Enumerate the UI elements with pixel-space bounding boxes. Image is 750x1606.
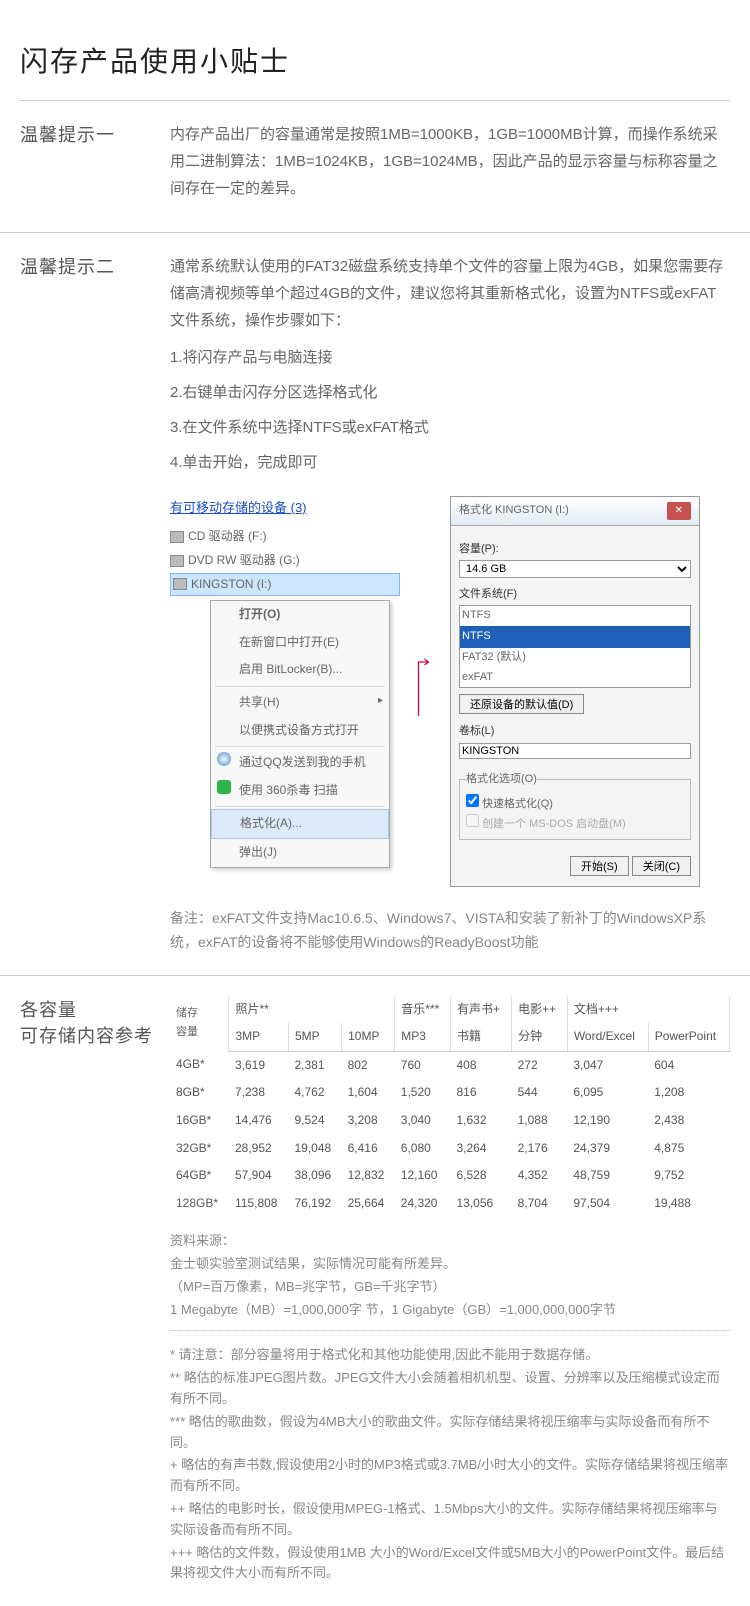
capacity-select[interactable]: 14.6 GB (459, 560, 691, 578)
storage-table: 储存 容量 照片** 音乐*** 有声书+ 电影++ 文档+++ 3MP5MP1… (170, 996, 730, 1218)
arrow-icon (410, 657, 440, 726)
ctx-360[interactable]: 使用 360杀毒 扫描 (211, 777, 389, 805)
tip-2-note: 备注：exFAT文件支持Mac10.6.5、Windows7、VISTA和安装了… (170, 907, 730, 955)
capacity-label: 容量(P): (459, 540, 691, 560)
ctx-qq[interactable]: 通过QQ发送到我的手机 (211, 749, 389, 777)
table-row: 128GB*115,80876,19225,66424,32013,0568,7… (170, 1190, 730, 1218)
quick-format-checkbox[interactable]: 快速格式化(Q) (466, 794, 684, 815)
storage-section: 各容量 可存储内容参考 储存 容量 照片** 音乐*** 有声书+ 电影++ 文… (0, 976, 750, 1606)
table-row: 16GB*14,4769,5243,2083,0401,6321,08812,1… (170, 1107, 730, 1135)
th-sub: MP3 (395, 1023, 451, 1051)
shield-icon (217, 780, 231, 794)
tip-1-label: 温馨提示一 (20, 121, 170, 212)
th-sub: 3MP (229, 1023, 288, 1051)
close-button[interactable]: ✕ (667, 502, 691, 520)
ctx-bitlocker[interactable]: 启用 BitLocker(B)... (211, 656, 389, 684)
context-menu: 打开(O) 在新窗口中打开(E) 启用 BitLocker(B)... 共享(H… (210, 600, 390, 867)
explorer-header: 有可移动存储的设备 (3) (170, 496, 400, 519)
explorer-panel: 有可移动存储的设备 (3) CD 驱动器 (F:) DVD RW 驱动器 (G:… (170, 496, 400, 868)
ctx-share[interactable]: 共享(H) (211, 689, 389, 717)
format-options-legend: 格式化选项(O) (466, 770, 537, 790)
filesystem-dropdown[interactable]: NTFS NTFS FAT32 (默认) exFAT (459, 605, 691, 688)
ctx-portable[interactable]: 以便携式设备方式打开 (211, 717, 389, 745)
th-music: 音乐*** (395, 996, 451, 1024)
device-cd[interactable]: CD 驱动器 (F:) (170, 525, 400, 549)
restore-defaults-button[interactable]: 还原设备的默认值(D) (459, 694, 584, 714)
th-photo: 照片** (229, 996, 395, 1024)
device-dvd[interactable]: DVD RW 驱动器 (G:) (170, 549, 400, 573)
tip-2-intro: 通常系统默认使用的FAT32磁盘系统支持单个文件的容量上限为4GB，如果您需要存… (170, 253, 730, 334)
page-title: 闪存产品使用小贴士 (0, 0, 750, 100)
footnotes: * 请注意：部分容量将用于格式化和其他功能使用,因此不能用于数据存储。** 略估… (170, 1345, 730, 1584)
filesystem-ntfs-selected[interactable]: NTFS (460, 626, 690, 648)
ctx-format[interactable]: 格式化(A)... (211, 809, 389, 839)
disc-icon (170, 555, 184, 567)
volume-input[interactable] (459, 743, 691, 759)
close-dialog-button[interactable]: 关闭(C) (632, 856, 691, 876)
ctx-open[interactable]: 打开(O) (211, 601, 389, 629)
table-row: 4GB*3,6192,3818027604082723,047604 (170, 1051, 730, 1079)
usb-icon (173, 578, 187, 590)
msdos-checkbox[interactable]: 创建一个 MS-DOS 启动盘(M) (466, 814, 684, 835)
tip-2-step-4: 4.单击开始，完成即可 (170, 449, 730, 476)
ctx-eject[interactable]: 弹出(J) (211, 839, 389, 867)
disc-icon (170, 531, 184, 543)
tip-2-step-1: 1.将闪存产品与电脑连接 (170, 344, 730, 371)
tip-2-step-2: 2.右键单击闪存分区选择格式化 (170, 379, 730, 406)
th-movie: 电影++ (512, 996, 568, 1024)
tip-2-label: 温馨提示二 (20, 253, 170, 955)
th-audiobook: 有声书+ (450, 996, 511, 1024)
start-button[interactable]: 开始(S) (570, 856, 629, 876)
qq-icon (217, 752, 231, 766)
th-document: 文档+++ (567, 996, 729, 1024)
screenshot-row: 有可移动存储的设备 (3) CD 驱动器 (F:) DVD RW 驱动器 (G:… (170, 496, 730, 887)
filesystem-label: 文件系统(F) (459, 585, 691, 605)
tip-2-step-3: 3.在文件系统中选择NTFS或exFAT格式 (170, 414, 730, 441)
th-sub: 书籍 (450, 1023, 511, 1051)
source-notes: 资料来源：金士顿实验室测试结果，实际情况可能有所差异。（MP=百万像素，MB=兆… (170, 1231, 730, 1320)
th-capacity: 储存 容量 (170, 996, 229, 1052)
th-sub: 10MP (342, 1023, 395, 1051)
th-sub: PowerPoint (648, 1023, 729, 1051)
th-sub: 5MP (288, 1023, 341, 1051)
device-kingston[interactable]: KINGSTON (I:) (170, 573, 400, 597)
table-row: 32GB*28,95219,0486,4166,0803,2642,17624,… (170, 1135, 730, 1163)
th-sub: 分钟 (512, 1023, 568, 1051)
tip-2-section: 温馨提示二 通常系统默认使用的FAT32磁盘系统支持单个文件的容量上限为4GB，… (0, 233, 750, 976)
table-row: 64GB*57,90438,09612,83212,1606,5284,3524… (170, 1162, 730, 1190)
th-sub: Word/Excel (567, 1023, 648, 1051)
ctx-open-new[interactable]: 在新窗口中打开(E) (211, 629, 389, 657)
format-dialog: 格式化 KINGSTON (I:) ✕ 容量(P): 14.6 GB 文件系统(… (450, 496, 700, 887)
tip-1-section: 温馨提示一 内存产品出厂的容量通常是按照1MB=1000KB，1GB=1000M… (0, 101, 750, 233)
volume-label: 卷标(L) (459, 722, 691, 742)
storage-label: 各容量 可存储内容参考 (20, 996, 170, 1587)
dialog-title: 格式化 KINGSTON (I:) (459, 501, 569, 521)
tip-1-text: 内存产品出厂的容量通常是按照1MB=1000KB，1GB=1000MB计算，而操… (170, 121, 730, 202)
table-row: 8GB*7,2384,7621,6041,5208165446,0951,208 (170, 1079, 730, 1107)
